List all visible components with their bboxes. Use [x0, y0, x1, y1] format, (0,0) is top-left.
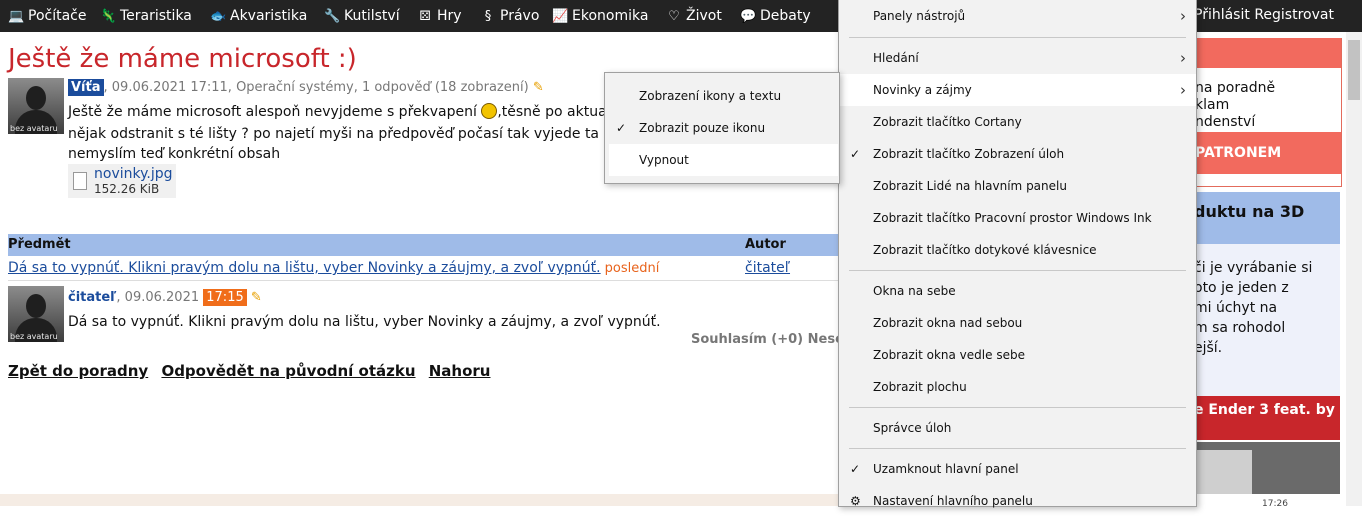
- table-row: Dá sa to vypnúť. Klikni pravým dolu na l…: [8, 258, 838, 281]
- sidebar: na poradně klam ndenství PATRONEM duktu …: [1186, 32, 1362, 506]
- scrollbar-thumb[interactable]: [1348, 40, 1360, 100]
- attachment-size: 152.26 KiB: [94, 182, 160, 196]
- bottom-banner: [0, 494, 838, 506]
- menu-item-stacked[interactable]: Zobrazit okna nad sebou: [839, 307, 1196, 339]
- menu-separator: [849, 448, 1186, 449]
- menu-item-side-by-side[interactable]: Zobrazit okna vedle sebe: [839, 339, 1196, 371]
- pencil-icon[interactable]: ✎: [533, 80, 544, 95]
- answer-author-link[interactable]: čitateľ: [745, 258, 790, 278]
- answer-subject-link[interactable]: Dá sa to vypnúť. Klikni pravým dolu na l…: [8, 260, 601, 276]
- heart-icon: ♡: [668, 9, 680, 24]
- pencil-icon[interactable]: ✎: [251, 290, 262, 305]
- menu-separator: [849, 407, 1186, 408]
- patron-button[interactable]: PATRONEM: [1187, 132, 1341, 174]
- menu-item-taskbar-settings[interactable]: ⚙ Nastavení hlavního panelu: [839, 485, 1196, 517]
- menu-item-show-people[interactable]: Zobrazit Lidé na hlavním panelu: [839, 170, 1196, 202]
- menu-item-show-cortana[interactable]: Zobrazit tlačítko Cortany: [839, 106, 1196, 138]
- submenu-item-icon-and-text[interactable]: Zobrazení ikony a textu: [605, 80, 839, 112]
- column-author: Autor: [745, 237, 786, 252]
- avatar: bez avataru: [8, 78, 64, 134]
- chevron-right-icon: ›: [1180, 49, 1186, 67]
- menu-item-show-touch-keyboard[interactable]: Zobrazit tlačítko dotykové klávesnice: [839, 234, 1196, 266]
- sidebar-patron-box: na poradně klam ndenství PATRONEM: [1186, 38, 1342, 187]
- submenu-item-turn-off[interactable]: Vypnout: [609, 144, 838, 176]
- menu-item-task-manager[interactable]: Správce úloh: [839, 412, 1196, 444]
- nav-item-debaty[interactable]: 💬 Debaty: [740, 0, 811, 32]
- chat-icon: 💬: [740, 9, 757, 24]
- lizard-icon: 🦎: [100, 9, 117, 24]
- reply-time-badge: 17:15: [203, 289, 247, 306]
- reply-to-question-link[interactable]: Odpovědět na původní otázku: [161, 362, 415, 380]
- bottom-links: Zpět do poradny Odpovědět na původní otá…: [8, 362, 499, 380]
- file-icon: [73, 172, 87, 190]
- news-interests-submenu: Zobrazení ikony a textu ✓ Zobrazit pouze …: [604, 72, 840, 184]
- menu-item-search[interactable]: Hledání ›: [839, 42, 1196, 74]
- top-link[interactable]: Nahoru: [429, 362, 491, 380]
- question-meta-text: , 09.06.2021 17:11, Operační systémy, 1 …: [103, 80, 529, 95]
- question-line-2: nějak odstranit s té lišty ? po najetí m…: [68, 126, 600, 142]
- back-to-forum-link[interactable]: Zpět do poradny: [8, 362, 148, 380]
- column-subject: Předmět: [8, 237, 71, 252]
- nav-item-akvaristika[interactable]: 🐟 Akvaristika: [210, 0, 307, 32]
- chart-icon: 📈: [552, 9, 569, 24]
- taskbar-clock: 17:26: [1262, 499, 1288, 509]
- check-icon: ✓: [850, 147, 861, 161]
- last-badge: poslední: [604, 261, 660, 276]
- grin-emoji-icon: [481, 103, 498, 119]
- attachment[interactable]: novinky.jpg 152.26 KiB: [68, 164, 176, 198]
- avatar-label: bez avataru: [10, 124, 58, 133]
- wrench-icon: 🔧: [324, 9, 341, 24]
- gear-icon: ⚙: [850, 494, 861, 508]
- avatar-label: bez avataru: [10, 332, 58, 341]
- question-meta: Víťa, 09.06.2021 17:11, Operační systémy…: [68, 79, 544, 96]
- sidebar-article-box[interactable]: duktu na 3D či je vyrábanie si oto je je…: [1186, 192, 1340, 398]
- register-link[interactable]: Registrovat: [1254, 7, 1334, 23]
- chevron-right-icon: ›: [1180, 81, 1186, 99]
- menu-item-cascade[interactable]: Okna na sebe: [839, 275, 1196, 307]
- nav-item-zivot[interactable]: ♡ Život: [666, 0, 722, 32]
- nav-item-teraristika[interactable]: 🦎 Teraristika: [100, 0, 192, 32]
- check-icon: ✓: [616, 121, 627, 135]
- question-author[interactable]: Víťa: [68, 79, 104, 96]
- dice-icon: ⚄: [419, 9, 431, 24]
- question-line-1: Ještě že máme microsoft alespoň nevyjdem…: [68, 103, 607, 120]
- menu-separator: [849, 37, 1186, 38]
- reply-meta: čitateľ, 09.06.2021 17:15 ✎: [68, 289, 262, 306]
- reply-text: Dá sa to vypnúť. Klikni pravým dolu na l…: [68, 314, 661, 330]
- check-icon: ✓: [850, 462, 861, 476]
- menu-item-show-task-view[interactable]: ✓ Zobrazit tlačítko Zobrazení úloh: [839, 138, 1196, 170]
- menu-item-show-windows-ink[interactable]: Zobrazit tlačítko Pracovní prostor Windo…: [839, 202, 1196, 234]
- login-link[interactable]: Přihlásit: [1194, 7, 1250, 23]
- menu-item-toolbars[interactable]: Panely nástrojů ›: [839, 0, 1196, 32]
- chevron-right-icon: ›: [1180, 7, 1186, 25]
- answers-table-header: Předmět Autor: [8, 234, 838, 256]
- nav-item-kutilstvi[interactable]: 🔧 Kutilství: [324, 0, 400, 32]
- page-title: Ještě že máme microsoft :): [8, 44, 357, 74]
- menu-item-show-desktop[interactable]: Zobrazit plochu: [839, 371, 1196, 403]
- sidebar-image[interactable]: [1186, 442, 1340, 494]
- nav-item-ekonomika[interactable]: 📈 Ekonomika: [552, 0, 648, 32]
- nav-item-pocitace[interactable]: 💻 Počítače: [8, 0, 86, 32]
- fish-icon: 🐟: [210, 9, 227, 24]
- menu-item-news-interests[interactable]: Novinky a zájmy ›: [839, 74, 1196, 106]
- menu-item-lock-taskbar[interactable]: ✓ Uzamknout hlavní panel: [839, 453, 1196, 485]
- reply-avatar: bez avataru: [8, 286, 64, 342]
- submenu-item-icon-only[interactable]: ✓ Zobrazit pouze ikonu: [605, 112, 839, 144]
- reply-author[interactable]: čitateľ: [68, 290, 116, 305]
- scrollbar[interactable]: [1346, 32, 1362, 506]
- laptop-icon: 💻: [8, 9, 25, 24]
- nav-item-hry[interactable]: ⚄ Hry: [417, 0, 461, 32]
- attachment-name[interactable]: novinky.jpg: [94, 166, 173, 182]
- taskbar-context-menu: Panely nástrojů › Hledání › Novinky a zájm…: [838, 0, 1197, 508]
- auth-links: Přihlásit Registrovat: [1194, 0, 1334, 32]
- paragraph-icon: §: [484, 9, 492, 24]
- sidebar-red-box[interactable]: e Ender 3 feat. by: [1186, 396, 1340, 440]
- menu-separator: [849, 270, 1186, 271]
- nav-item-pravo[interactable]: § Právo: [480, 0, 540, 32]
- reaction-buttons[interactable]: Souhlasím (+0) Neso: [691, 332, 844, 347]
- question-line-3: nemyslím teď konkrétní obsah: [68, 146, 281, 162]
